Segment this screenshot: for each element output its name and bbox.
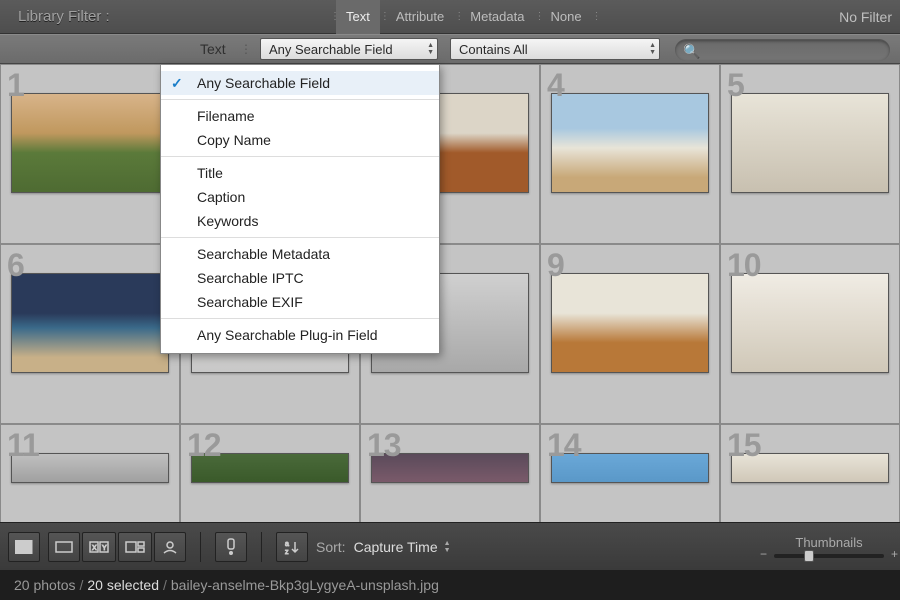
survey-view-button[interactable] xyxy=(118,532,152,562)
text-filter-controls: Text Any Searchable Field ▲▼ Contains Al… xyxy=(0,34,900,64)
minus-icon: − xyxy=(760,547,767,561)
grid-cell[interactable]: 13 xyxy=(360,424,540,522)
tab-text[interactable]: Text xyxy=(336,0,380,34)
toolbar-separator xyxy=(261,532,262,562)
cell-number: 9 xyxy=(547,247,564,284)
grid-view-button[interactable] xyxy=(8,532,40,562)
thumbnail-size-slider[interactable]: − + xyxy=(774,554,884,558)
search-field-menu: ✓Any Searchable Field Filename Copy Name… xyxy=(160,64,440,354)
thumbnail-size-block: Thumbnails − + xyxy=(774,535,892,558)
search-icon: 🔍 xyxy=(683,43,700,60)
filter-tabs: Text Attribute Metadata None xyxy=(330,0,598,34)
search-input[interactable]: 🔍 xyxy=(675,39,890,61)
grid-cell[interactable]: 5 xyxy=(720,64,900,244)
view-mode-group: XY xyxy=(48,532,186,562)
stepper-arrows-icon: ▲▼ xyxy=(649,42,656,56)
cell-number: 10 xyxy=(727,247,761,284)
cell-number: 15 xyxy=(727,427,761,464)
library-filter-label: Library Filter : xyxy=(0,8,128,25)
menu-separator xyxy=(161,156,439,157)
text-label: Text xyxy=(200,41,226,57)
grid-cell[interactable]: 11 xyxy=(0,424,180,522)
cell-number: 11 xyxy=(7,427,39,464)
bottom-toolbar: XY az Sort: Capture Time ▲▼ Thumbnails −… xyxy=(0,522,900,570)
status-separator: / xyxy=(163,577,167,593)
library-filter-bar: Library Filter : Text Attribute Metadata… xyxy=(0,0,900,34)
sort-field-value: Capture Time xyxy=(354,539,438,555)
menu-item-filename[interactable]: Filename xyxy=(161,104,439,128)
thumbnails-label: Thumbnails xyxy=(795,535,862,550)
grid-cell[interactable]: 12 xyxy=(180,424,360,522)
thumbnail[interactable] xyxy=(551,273,709,373)
painter-tool-button[interactable] xyxy=(215,532,247,562)
sort-direction-button[interactable]: az xyxy=(276,532,308,562)
stepper-arrows-icon: ▲▼ xyxy=(427,42,434,56)
cell-number: 13 xyxy=(367,427,401,464)
svg-text:Y: Y xyxy=(102,545,107,552)
menu-item-keywords[interactable]: Keywords xyxy=(161,209,439,233)
grid-cell[interactable]: 10 xyxy=(720,244,900,424)
menu-separator xyxy=(161,318,439,319)
tab-metadata[interactable]: Metadata xyxy=(460,0,534,34)
menu-separator xyxy=(161,99,439,100)
loupe-view-button[interactable] xyxy=(48,532,80,562)
cell-number: 6 xyxy=(7,247,24,284)
status-separator: / xyxy=(80,577,84,593)
sort-label: Sort: xyxy=(316,539,346,555)
toolbar-separator xyxy=(200,532,201,562)
thumbnail-grid-area: 1 2 3 4 5 6 7 8 9 10 11 12 13 14 15 xyxy=(0,64,900,522)
thumbnail[interactable] xyxy=(11,273,169,373)
menu-item-copy-name[interactable]: Copy Name xyxy=(161,128,439,152)
thumbnail-grid: 1 2 3 4 5 6 7 8 9 10 11 12 13 14 15 xyxy=(0,64,900,522)
current-filename: bailey-anselme-Bkp3gLygyeA-unsplash.jpg xyxy=(171,577,439,593)
tab-attribute[interactable]: Attribute xyxy=(386,0,454,34)
svg-text:a: a xyxy=(285,541,289,548)
menu-item-searchable-exif[interactable]: Searchable EXIF xyxy=(161,290,439,314)
cell-number: 1 xyxy=(7,67,24,104)
cell-number: 14 xyxy=(547,427,581,464)
thumbnail[interactable] xyxy=(551,93,709,193)
menu-separator xyxy=(161,237,439,238)
control-divider xyxy=(240,42,252,56)
search-field-dropdown[interactable]: Any Searchable Field ▲▼ xyxy=(260,38,438,60)
plus-icon: + xyxy=(891,547,898,561)
thumbnail[interactable] xyxy=(731,273,889,373)
cell-number: 5 xyxy=(727,67,744,104)
cell-number: 4 xyxy=(547,67,564,104)
grid-cell[interactable]: 6 xyxy=(0,244,180,424)
tab-divider xyxy=(592,7,598,27)
svg-text:X: X xyxy=(92,545,97,552)
grid-cell[interactable]: 9 xyxy=(540,244,720,424)
stepper-arrows-icon: ▲▼ xyxy=(444,540,451,554)
thumbnail[interactable] xyxy=(11,93,169,193)
grid-cell[interactable]: 4 xyxy=(540,64,720,244)
search-rule-value: Contains All xyxy=(459,42,528,57)
menu-item-searchable-metadata[interactable]: Searchable Metadata xyxy=(161,242,439,266)
sort-field-dropdown[interactable]: Capture Time ▲▼ xyxy=(354,539,451,555)
menu-item-title[interactable]: Title xyxy=(161,161,439,185)
search-rule-dropdown[interactable]: Contains All ▲▼ xyxy=(450,38,660,60)
menu-item-plugin-field[interactable]: Any Searchable Plug-in Field xyxy=(161,323,439,347)
cell-number: 12 xyxy=(187,427,221,464)
svg-text:z: z xyxy=(285,549,289,555)
tab-none[interactable]: None xyxy=(540,0,591,34)
grid-cell[interactable]: 15 xyxy=(720,424,900,522)
photo-count: 20 photos xyxy=(14,577,76,593)
check-icon: ✓ xyxy=(171,75,183,92)
compare-view-button[interactable]: XY xyxy=(82,532,116,562)
menu-item-caption[interactable]: Caption xyxy=(161,185,439,209)
thumbnail[interactable] xyxy=(731,93,889,193)
grid-cell[interactable]: 14 xyxy=(540,424,720,522)
slider-knob[interactable] xyxy=(804,550,814,562)
sort-block: Sort: Capture Time ▲▼ xyxy=(316,539,451,555)
menu-item-any-searchable-field[interactable]: ✓Any Searchable Field xyxy=(161,71,439,95)
menu-item-searchable-iptc[interactable]: Searchable IPTC xyxy=(161,266,439,290)
grid-cell[interactable]: 1 xyxy=(0,64,180,244)
selected-count: 20 selected xyxy=(87,577,159,593)
search-field-value: Any Searchable Field xyxy=(269,42,393,57)
filter-preset-label[interactable]: No Filter xyxy=(839,9,900,25)
status-bar: 20 photos / 20 selected / bailey-anselme… xyxy=(0,570,900,600)
people-view-button[interactable] xyxy=(154,532,186,562)
